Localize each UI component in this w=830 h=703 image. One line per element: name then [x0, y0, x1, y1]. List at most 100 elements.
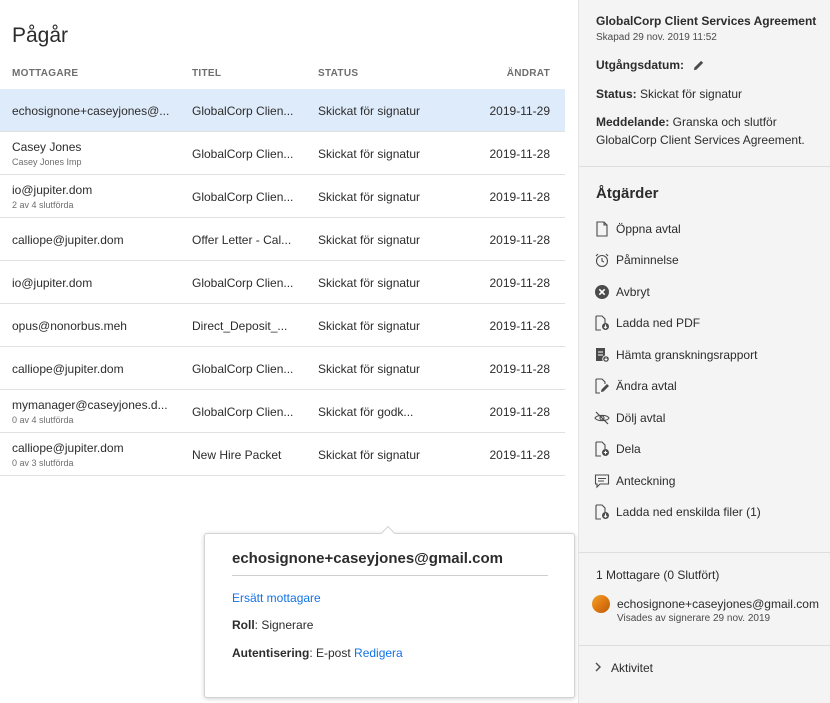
action-item[interactable]: Öppna avtal — [594, 219, 681, 239]
table-row[interactable]: Casey Jones Casey Jones Imp GlobalCorp Cli… — [0, 132, 565, 175]
action-label: Ladda ned PDF — [616, 316, 701, 330]
table-row[interactable]: io@jupiter.dom 2 av 4 slutförda GlobalCorp… — [0, 175, 565, 218]
recipient-email: echosignone+caseyjones@gmail.com — [617, 597, 819, 611]
role-value: : Signerare — [254, 618, 314, 632]
action-label: Dölj avtal — [616, 411, 666, 425]
row-title: Direct_Deposit_... — [192, 319, 288, 333]
share-document-icon — [594, 441, 610, 457]
header-status[interactable]: STATUS — [318, 68, 358, 79]
recipient-sub: Casey Jones Imp — [12, 157, 82, 167]
table-row[interactable]: opus@nonorbus.meh Direct_Deposit_... Skick… — [0, 304, 565, 347]
row-date: 2019-11-28 — [489, 448, 551, 462]
details-panel: GlobalCorp Client Services Agreement Ska… — [578, 0, 830, 703]
action-label: Ladda ned enskilda filer (1) — [616, 505, 761, 519]
row-date: 2019-11-29 — [489, 104, 551, 118]
action-label: Ändra avtal — [616, 379, 677, 393]
recipient-name: opus@nonorbus.meh — [12, 319, 127, 333]
recipient-name: io@jupiter.dom — [12, 276, 93, 290]
replace-recipient-link[interactable]: Ersätt mottagare — [232, 591, 321, 605]
table-row[interactable]: echosignone+caseyjones@... GlobalCorp Cli… — [0, 89, 565, 132]
action-item[interactable]: Ladda ned enskilda filer (1) — [594, 502, 761, 522]
action-item[interactable]: Påminnelse — [594, 250, 679, 270]
row-status: Skickat för signatur — [318, 104, 421, 118]
row-status: Skickat för signatur — [318, 319, 421, 333]
agreement-title: GlobalCorp Client Services Agreement — [596, 14, 817, 28]
chevron-right-icon — [594, 662, 602, 675]
row-date: 2019-11-28 — [489, 405, 551, 419]
auth-label: Autentisering — [232, 646, 310, 660]
action-item[interactable]: Ladda ned PDF — [594, 313, 700, 333]
status-label: Status: — [596, 87, 637, 101]
action-label: Öppna avtal — [616, 222, 681, 236]
recipients-count: 1 Mottagare (0 Slutfört) — [596, 568, 720, 582]
row-date: 2019-11-28 — [489, 233, 551, 247]
role-label: Roll — [232, 618, 255, 632]
message-label: Meddelande: — [596, 115, 670, 129]
note-icon — [594, 473, 610, 489]
popover-email: echosignone+caseyjones@gmail.com — [232, 550, 503, 567]
row-date: 2019-11-28 — [489, 362, 551, 376]
created-date: Skapad 29 nov. 2019 11:52 — [596, 32, 717, 43]
recipient-name: calliope@jupiter.dom — [12, 233, 124, 247]
row-status: Skickat för signatur — [318, 190, 421, 204]
action-item[interactable]: Dölj avtal — [594, 408, 665, 428]
page-title: Pågår — [12, 24, 69, 47]
table-row[interactable]: calliope@jupiter.dom 0 av 3 slutförda New … — [0, 433, 565, 476]
table-row[interactable]: calliope@jupiter.dom GlobalCorp Clien... S… — [0, 347, 565, 390]
row-title: Offer Letter - Cal... — [192, 233, 292, 247]
row-status: Skickat för signatur — [318, 233, 421, 247]
avatar — [592, 595, 610, 613]
list-header: MOTTAGARE TITEL STATUS ÄNDRAT — [0, 66, 565, 82]
recipient-item[interactable]: echosignone+caseyjones@gmail.com Visades… — [592, 594, 827, 630]
pdf-download-icon — [594, 315, 610, 331]
action-label: Avbryt — [616, 285, 650, 299]
divider — [579, 552, 830, 553]
recipient-sub: 0 av 4 slutförda — [12, 415, 74, 425]
expiry-field: Utgångsdatum: — [596, 58, 705, 72]
row-status: Skickat för signatur — [318, 448, 421, 462]
action-label: Anteckning — [616, 474, 676, 488]
pencil-icon[interactable] — [692, 59, 705, 72]
recipient-name: io@jupiter.dom — [12, 183, 93, 197]
document-icon — [594, 221, 610, 237]
row-date: 2019-11-28 — [489, 190, 551, 204]
table-row[interactable]: calliope@jupiter.dom Offer Letter - Cal..… — [0, 218, 565, 261]
popover-divider — [232, 575, 548, 576]
auth-edit-link[interactable]: Redigera — [354, 646, 403, 660]
popover-role: Roll: Signerare — [232, 618, 313, 632]
header-recipient[interactable]: MOTTAGARE — [12, 68, 78, 79]
header-changed[interactable]: ÄNDRAT — [507, 68, 550, 79]
action-label: Dela — [616, 442, 641, 456]
row-title: GlobalCorp Clien... — [192, 104, 294, 118]
activity-toggle[interactable]: Aktivitet — [594, 661, 653, 675]
row-status: Skickat för signatur — [318, 147, 421, 161]
recipient-note: Visades av signerare 29 nov. 2019 — [617, 613, 771, 624]
action-item[interactable]: Hämta granskningsrapport — [594, 345, 757, 365]
table-row[interactable]: io@jupiter.dom GlobalCorp Clien... Skickat… — [0, 261, 565, 304]
recipient-name: Casey Jones — [12, 140, 82, 154]
action-item[interactable]: Ändra avtal — [594, 376, 677, 396]
status-field: Status: Skickat för signatur — [596, 87, 742, 101]
status-value: Skickat för signatur — [636, 87, 743, 101]
divider — [579, 645, 830, 646]
action-item[interactable]: Avbryt — [594, 282, 650, 302]
row-title: GlobalCorp Clien... — [192, 276, 294, 290]
action-item[interactable]: Anteckning — [594, 471, 675, 491]
recipient-name: echosignone+caseyjones@... — [12, 104, 170, 118]
row-recipient: mymanager@caseyjones.d... 0 av 4 slutförd… — [12, 398, 172, 425]
recipient-name: mymanager@caseyjones.d... — [12, 398, 168, 412]
row-title: GlobalCorp Clien... — [192, 405, 294, 419]
row-status: Skickat för signatur — [318, 362, 421, 376]
divider — [579, 166, 830, 167]
header-title[interactable]: TITEL — [192, 68, 221, 79]
row-date: 2019-11-28 — [489, 319, 551, 333]
audit-report-icon — [594, 347, 610, 363]
action-item[interactable]: Dela — [594, 439, 641, 459]
row-recipient: opus@nonorbus.meh — [12, 319, 172, 333]
row-recipient: echosignone+caseyjones@... — [12, 104, 172, 118]
row-title: GlobalCorp Clien... — [192, 190, 294, 204]
table-row[interactable]: mymanager@caseyjones.d... 0 av 4 slutförd… — [0, 390, 565, 433]
action-label: Hämta granskningsrapport — [616, 348, 758, 362]
expiry-label: Utgångsdatum: — [596, 58, 684, 72]
row-recipient: calliope@jupiter.dom — [12, 362, 172, 376]
